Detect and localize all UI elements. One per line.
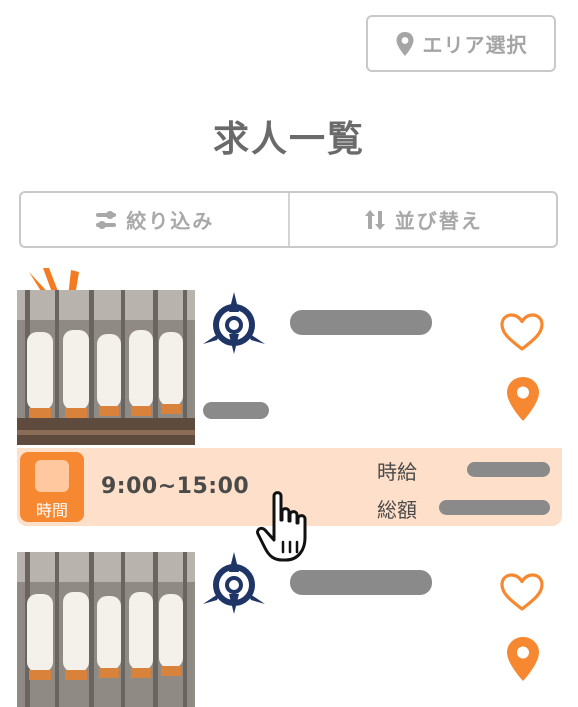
total-amount-placeholder <box>439 500 550 515</box>
time-badge-label: 時間 <box>35 501 68 520</box>
filter-sort-bar: 絞り込み 並び替え <box>19 191 558 248</box>
job-title-placeholder <box>203 402 269 419</box>
company-name-placeholder <box>290 570 432 595</box>
location-pin-icon[interactable] <box>505 636 541 682</box>
favorite-heart-icon[interactable] <box>499 312 545 352</box>
time-badge-square <box>35 460 69 492</box>
hand-cursor-icon <box>256 491 307 562</box>
filter-button[interactable]: 絞り込み <box>21 193 288 246</box>
job-card[interactable] <box>17 548 562 707</box>
location-pin-icon[interactable] <box>505 376 541 422</box>
job-card[interactable]: 時間 9:00~15:00 時給 総額 <box>17 268 562 528</box>
sort-button[interactable]: 並び替え <box>287 193 557 246</box>
sort-arrows-icon <box>364 209 385 230</box>
work-hours: 9:00~15:00 <box>101 474 250 499</box>
map-pin-icon <box>396 31 413 56</box>
time-badge: 時間 <box>20 452 84 522</box>
job-photo <box>17 290 195 445</box>
job-photo <box>17 552 195 707</box>
company-logo-icon <box>203 292 265 354</box>
total-amount-label: 総額 <box>377 498 417 522</box>
sort-label: 並び替え <box>394 209 483 233</box>
filter-label: 絞り込み <box>126 209 215 233</box>
hourly-wage-placeholder <box>467 462 550 477</box>
company-name-placeholder <box>290 310 432 335</box>
area-select-button[interactable]: エリア選択 <box>366 15 556 72</box>
sliders-icon <box>96 210 117 229</box>
favorite-heart-icon[interactable] <box>499 572 545 612</box>
area-select-label: エリア選択 <box>422 33 528 57</box>
hourly-wage-label: 時給 <box>377 460 417 484</box>
page-title: 求人一覧 <box>212 119 365 160</box>
